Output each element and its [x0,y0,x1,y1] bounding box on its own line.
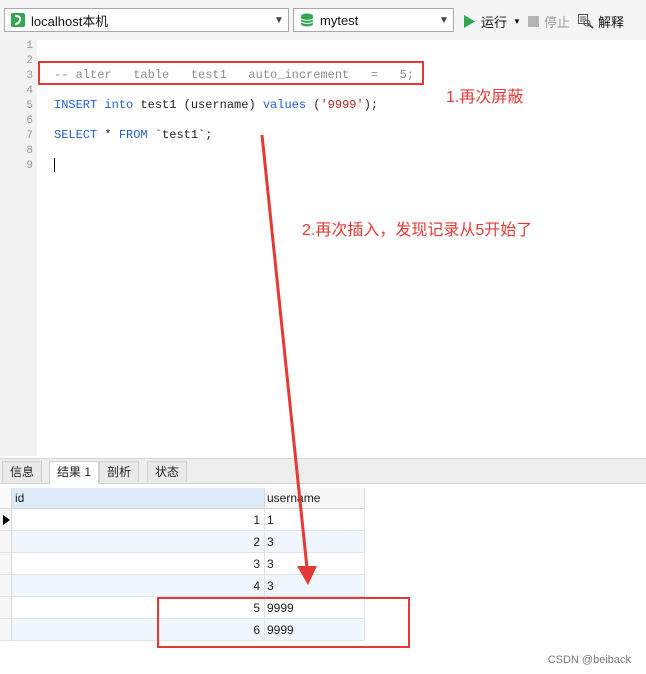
watermark: CSDN @beiback [547,654,631,666]
annotation-arrow [260,134,317,585]
